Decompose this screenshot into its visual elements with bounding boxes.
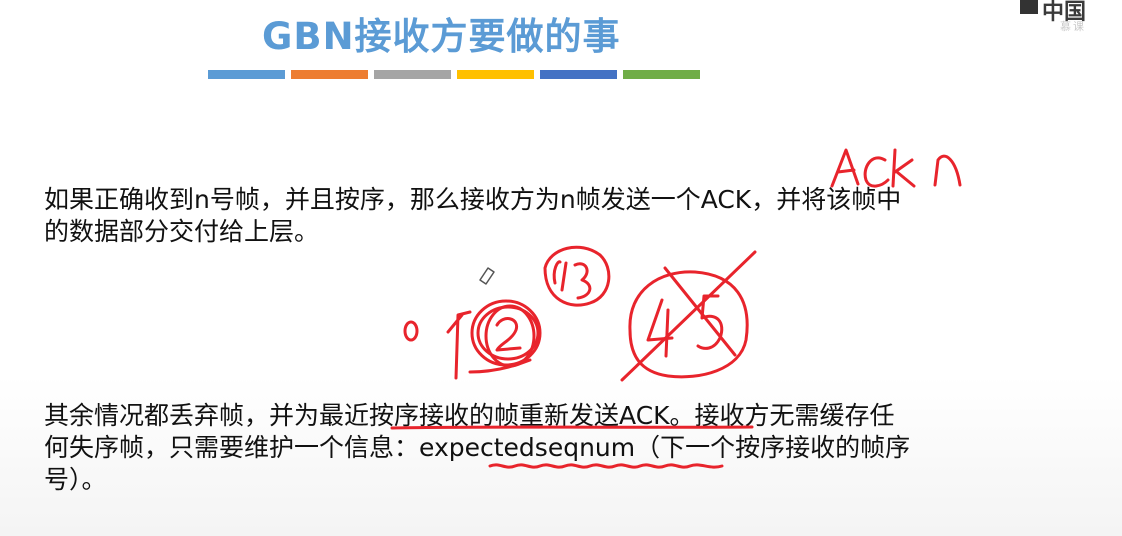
frame-0-mark (403, 320, 419, 342)
frames-4-5-crossed (620, 250, 757, 382)
frame-3-circle (543, 245, 611, 307)
underline-expectedseqnum (488, 463, 724, 469)
pen-cursor-icon (479, 267, 495, 285)
slide: GBN接收方要做的事 如果正确收到n号帧，并且按序，那么接收方为n帧发送一个AC… (0, 0, 1122, 536)
frame-2-circle (468, 299, 542, 374)
handwritten-annotations (390, 148, 962, 469)
ack-n-note (830, 148, 962, 188)
underline-recent-frame (390, 425, 754, 430)
frame-1-mark (446, 310, 472, 380)
